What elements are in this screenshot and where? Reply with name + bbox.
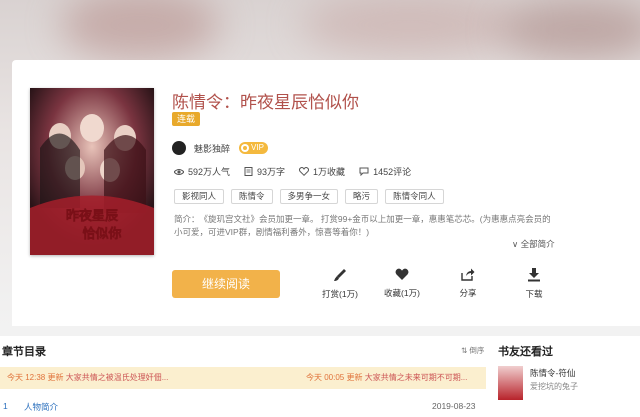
share-label: 分享 xyxy=(459,288,477,298)
favorite-label: 收藏(1万) xyxy=(384,288,420,298)
book-intro: 简介： 《旋玑宫文社》会员加更一章。 打赏99+金币以上加更一章，惠惠笔芯芯。(… xyxy=(174,214,551,237)
book-title: 陈情令：昨夜星辰恰似你 xyxy=(172,93,359,112)
document-icon xyxy=(244,167,253,176)
latest-update-left[interactable]: 今天 12:38 更新 大家共情之被温氏处理奸佃... xyxy=(7,367,168,389)
tag-item[interactable]: 影视同人 xyxy=(174,189,225,204)
stat-words-text: 93万字 xyxy=(257,167,286,177)
chevron-down-icon: ∨ xyxy=(512,239,519,249)
stat-popularity-text: 592万人气 xyxy=(188,167,231,177)
chapter-title: 人物简介 xyxy=(24,402,59,412)
svg-text:恰似你: 恰似你 xyxy=(82,226,121,242)
also-read-book-title[interactable]: 陈情令-符仙 xyxy=(530,367,575,379)
author-avatar[interactable] xyxy=(172,141,186,155)
heart-icon xyxy=(395,268,409,280)
download-icon xyxy=(528,268,540,282)
brush-icon xyxy=(334,269,346,281)
reward-label: 打赏(1万) xyxy=(322,289,358,299)
reward-button[interactable]: 打赏(1万) xyxy=(315,268,365,300)
heart-outline-icon xyxy=(299,167,310,176)
chapter-date: 2019-08-23 xyxy=(432,401,476,411)
tag-item[interactable]: 陈情令 xyxy=(231,189,273,204)
also-read-book-cover[interactable] xyxy=(498,366,523,400)
status-badge: 连载 xyxy=(172,112,201,126)
vip-badge: VIP xyxy=(239,142,268,154)
chapter-list-title: 章节目录 xyxy=(2,346,46,358)
author-row: 魅影独醉 VIP xyxy=(172,140,268,156)
update-title: 大家共情之未来可期不可期... xyxy=(364,373,468,382)
also-read-book-author: 爱挖坑的兔子 xyxy=(530,382,578,391)
update-time: 今天 00:05 更新 xyxy=(306,373,363,382)
sort-label: 倒序 xyxy=(469,346,485,355)
section-divider xyxy=(0,326,640,336)
author-name[interactable]: 魅影独醉 xyxy=(194,142,230,155)
share-icon xyxy=(461,268,475,281)
stat-favorites-text: 1万收藏 xyxy=(313,167,346,177)
expand-intro-button[interactable]: ∨ 全部简介 xyxy=(512,238,555,250)
eye-icon xyxy=(174,168,184,175)
continue-reading-button[interactable]: 继续阅读 xyxy=(172,270,280,298)
update-title: 大家共情之被温氏处理奸佃... xyxy=(65,373,169,382)
latest-updates-bar: 今天 12:38 更新 大家共情之被温氏处理奸佃... 今天 00:05 更新 … xyxy=(0,367,486,389)
stat-popularity: 592万人气 xyxy=(174,165,230,178)
share-button[interactable]: 分享 xyxy=(443,268,493,299)
stat-comments-text: 1452评论 xyxy=(373,167,412,177)
favorite-button[interactable]: 收藏(1万) xyxy=(377,268,427,299)
expand-intro-label: 全部简介 xyxy=(520,239,555,249)
latest-update-right[interactable]: 今天 00:05 更新 大家共情之未来可期不可期... xyxy=(306,367,467,389)
download-button[interactable]: 下载 xyxy=(509,268,559,300)
update-time: 今天 12:38 更新 xyxy=(7,373,64,382)
stat-words: 93万字 xyxy=(244,165,285,178)
stat-favorites: 1万收藏 xyxy=(299,165,345,178)
book-stats: 592万人气 93万字 1万收藏 1452评论 xyxy=(174,165,425,178)
tag-item[interactable]: 多男争一女 xyxy=(279,189,339,204)
also-read-title: 书友还看过 xyxy=(498,346,553,358)
sort-icon: ⇅ xyxy=(461,346,468,355)
chapter-index: 1 xyxy=(3,401,8,411)
book-cover[interactable]: 昨夜星辰 恰似你 xyxy=(30,88,154,255)
sort-toggle[interactable]: ⇅ 倒序 xyxy=(461,345,484,356)
tag-item[interactable]: 略污 xyxy=(345,189,379,204)
vip-crown-icon xyxy=(241,144,250,152)
download-label: 下载 xyxy=(525,289,543,299)
comment-icon xyxy=(359,167,369,176)
cover-title-art: 昨夜星辰 xyxy=(66,208,119,224)
tag-item[interactable]: 陈情令同人 xyxy=(385,189,444,204)
tag-list: 影视同人 陈情令 多男争一女 略污 陈情令同人 xyxy=(174,189,451,204)
stat-comments: 1452评论 xyxy=(359,165,411,178)
vip-label: VIP xyxy=(251,143,264,152)
